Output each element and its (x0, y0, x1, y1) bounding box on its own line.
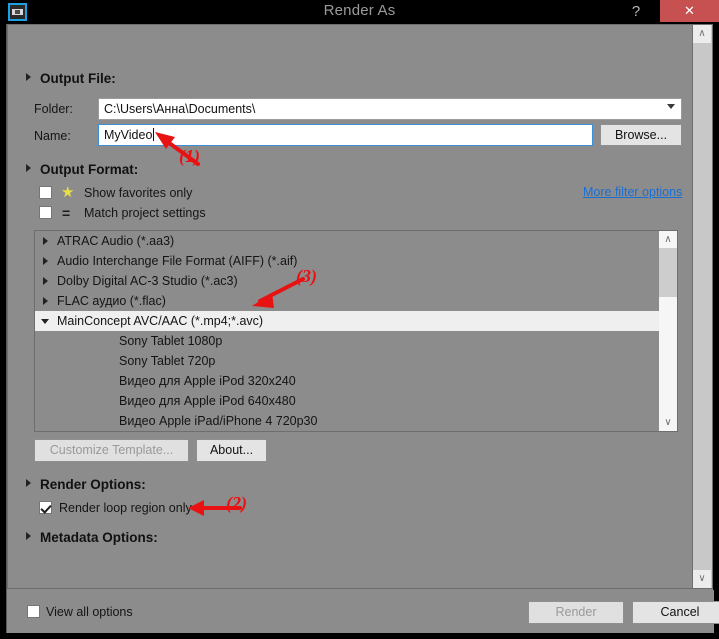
chevron-right-icon (26, 73, 31, 81)
format-mainconcept-row[interactable]: MainConcept AVC/AAC (*.mp4;*.avc) (35, 311, 659, 331)
render-as-dialog-window: Render As ? ✕ Output File: Folder: C:\Us… (0, 0, 719, 639)
format-template-row[interactable]: ☆ Sony Tablet 720p (35, 351, 659, 371)
chevron-right-icon[interactable] (43, 277, 48, 285)
chevron-right-icon (26, 479, 31, 487)
section-header-output-file-label: Output File: (40, 71, 116, 86)
section-header-output-format[interactable]: Output Format: (26, 162, 138, 177)
annotation-label-1: (1) (179, 146, 200, 166)
chevron-down-icon[interactable] (41, 319, 49, 324)
format-template-row[interactable]: ☆ Видео для Apple iPod 320x240 (35, 371, 659, 391)
window-title: Render As (323, 2, 396, 19)
star-outline-icon[interactable]: ☆ (97, 413, 112, 428)
format-row-label: Sony Tablet 1080p (119, 334, 223, 348)
annotation-label-3: (3) (296, 266, 317, 286)
chevron-right-icon (26, 164, 31, 172)
dialog-scroll-content: Output File: Folder: C:\Users\Анна\Docum… (7, 24, 693, 589)
section-header-render-options-label: Render Options: (40, 477, 146, 492)
format-list-scrollbar[interactable]: ∧ ∨ (659, 231, 677, 431)
scrollbar-thumb[interactable] (693, 43, 711, 135)
chevron-right-icon[interactable] (43, 257, 48, 265)
dialog-body: Output File: Folder: C:\Users\Анна\Docum… (6, 24, 719, 633)
match-project-settings-checkbox[interactable] (39, 206, 52, 219)
name-input[interactable]: MyVideo (98, 124, 593, 146)
browse-button[interactable]: Browse... (600, 124, 682, 146)
text-caret (153, 128, 155, 141)
chevron-right-icon[interactable] (43, 237, 48, 245)
format-row-label: Видео Apple iPad/iPhone 4 720p30 (119, 414, 318, 428)
folder-input[interactable]: C:\Users\Анна\Documents\ (98, 98, 682, 120)
scroll-down-icon[interactable]: ∨ (693, 570, 711, 588)
chevron-down-icon[interactable] (667, 104, 675, 109)
title-bar: Render As ? ✕ (0, 0, 719, 24)
dialog-scrollbar[interactable]: ∧ ∨ (693, 24, 713, 589)
format-row-label: FLAC аудио (*.flac) (57, 294, 166, 308)
about-button[interactable]: About... (196, 439, 267, 462)
view-all-options-checkbox[interactable] (27, 605, 40, 618)
format-row-label: Dolby Digital AC-3 Studio (*.ac3) (57, 274, 238, 288)
format-row-label: Видео Apple TV 720p24 (119, 431, 255, 432)
match-project-settings-label[interactable]: Match project settings (84, 206, 206, 220)
format-group-row[interactable]: FLAC аудио (*.flac) (35, 291, 659, 311)
render-loop-region-checkbox[interactable] (39, 501, 52, 514)
format-row-label: Видео для Apple iPod 640x480 (119, 394, 296, 408)
help-button[interactable]: ? (623, 0, 649, 24)
section-header-output-file[interactable]: Output File: (26, 71, 116, 86)
format-group-row[interactable]: ATRAC Audio (*.aa3) (35, 231, 659, 251)
star-outline-icon[interactable]: ☆ (97, 333, 112, 348)
view-all-options-label[interactable]: View all options (46, 605, 133, 619)
scroll-down-icon[interactable]: ∨ (659, 414, 677, 431)
format-row-label: ATRAC Audio (*.aa3) (57, 234, 175, 248)
equals-icon: = (62, 205, 71, 221)
chevron-right-icon[interactable] (43, 297, 48, 305)
scroll-up-icon[interactable]: ∧ (659, 231, 677, 248)
dialog-footer: View all options Render Cancel (7, 590, 719, 633)
star-outline-icon[interactable]: ☆ (97, 373, 112, 388)
scrollbar-thumb[interactable] (659, 248, 677, 297)
equals-icon: = (79, 431, 87, 432)
chevron-right-icon (26, 532, 31, 540)
format-row-label: Видео для Apple iPod 320x240 (119, 374, 296, 388)
format-group-row[interactable]: Audio Interchange File Format (AIFF) (*.… (35, 251, 659, 271)
star-outline-icon[interactable]: ☆ (97, 353, 112, 368)
show-favorites-only-checkbox[interactable] (39, 186, 52, 199)
format-row-label: Sony Tablet 720p (119, 354, 216, 368)
format-template-row[interactable]: =☆Видео Apple TV 720p24 (35, 431, 659, 432)
section-header-metadata-options-label: Metadata Options: (40, 530, 158, 545)
name-label: Name: (34, 129, 71, 143)
section-header-output-format-label: Output Format: (40, 162, 139, 177)
format-row-label: MainConcept AVC/AAC (*.mp4;*.avc) (57, 314, 264, 328)
folder-label: Folder: (34, 102, 73, 116)
format-row-label: Audio Interchange File Format (AIFF) (*.… (57, 254, 298, 268)
more-filter-options-link[interactable]: More filter options (583, 185, 682, 199)
format-template-row[interactable]: ☆ Sony Tablet 1080p (35, 331, 659, 351)
format-group-row[interactable]: Dolby Digital AC-3 Studio (*.ac3) (35, 271, 659, 291)
star-icon: ★ (61, 184, 75, 201)
annotation-label-2: (2) (226, 493, 247, 513)
format-template-row[interactable]: ☆ Видео для Apple iPod 640x480 (35, 391, 659, 411)
section-header-metadata-options[interactable]: Metadata Options: (26, 530, 158, 545)
folder-input-value: C:\Users\Анна\Documents\ (104, 102, 256, 116)
cancel-button[interactable]: Cancel (632, 601, 719, 624)
format-template-row[interactable]: ☆ Видео Apple iPad/iPhone 4 720p30 (35, 411, 659, 431)
render-button[interactable]: Render (528, 601, 624, 624)
format-list-rows: ATRAC Audio (*.aa3) Audio Interchange Fil… (35, 231, 659, 431)
star-outline-icon[interactable]: ☆ (97, 393, 112, 408)
format-list[interactable]: ATRAC Audio (*.aa3) Audio Interchange Fil… (34, 230, 678, 432)
scroll-up-icon[interactable]: ∧ (693, 25, 711, 43)
show-favorites-only-label[interactable]: Show favorites only (84, 186, 192, 200)
name-input-value: MyVideo (104, 128, 153, 142)
close-button[interactable]: ✕ (660, 0, 719, 22)
render-loop-region-label[interactable]: Render loop region only (59, 501, 192, 515)
section-header-render-options[interactable]: Render Options: (26, 477, 146, 492)
customize-template-button[interactable]: Customize Template... (34, 439, 189, 462)
